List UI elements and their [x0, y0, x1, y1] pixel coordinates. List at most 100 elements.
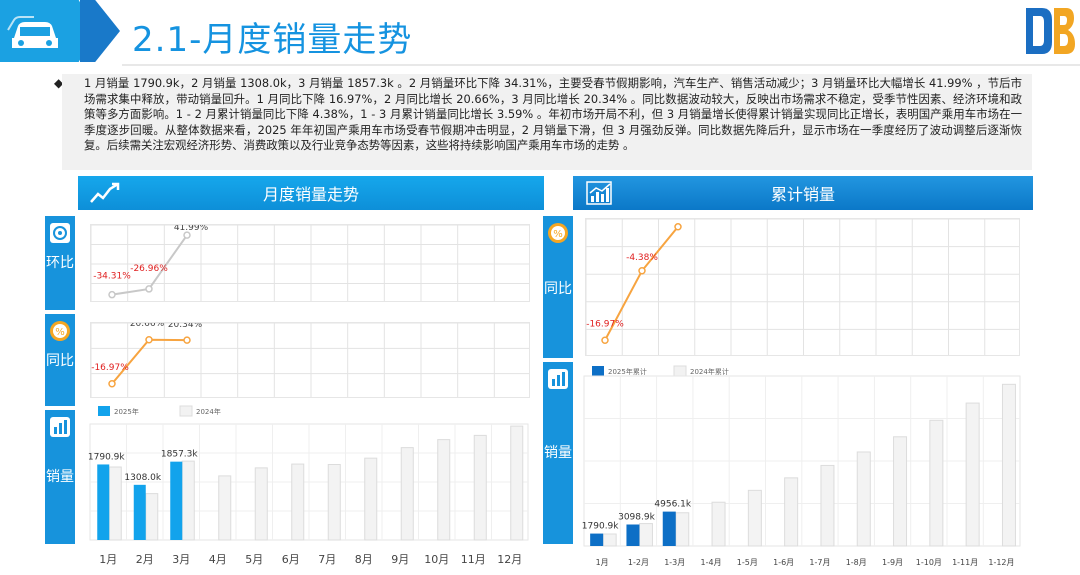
data-label: -4.38% [626, 253, 658, 263]
bar-2024 [181, 460, 195, 541]
data-label: 20.34% [168, 322, 203, 330]
bar-2024 [747, 489, 762, 547]
svg-text:%: % [553, 229, 563, 240]
x-tick-label: 1月 [596, 558, 609, 567]
tab-cum-sales-label: 销量 [544, 445, 572, 461]
summary-box: 1 月销量 1790.9k，2 月销量 1308.0k，3 月销量 1857.3… [62, 74, 1032, 170]
x-tick-label: 1-7月 [809, 558, 830, 567]
header-divider [122, 64, 1080, 66]
data-label: 41.99% [174, 224, 209, 233]
left-panel-header: 月度销量走势 [78, 176, 544, 210]
data-point [674, 223, 682, 231]
bar-value-label: 1790.9k [582, 522, 619, 532]
bar-2024 [638, 523, 653, 547]
target-icon [50, 223, 70, 243]
bar-2024 [856, 451, 871, 547]
tab-cum-yoy: % 同比 [543, 216, 573, 358]
car-icon [7, 16, 58, 48]
data-point [145, 336, 153, 344]
bar-2024 [510, 425, 524, 541]
bar-2024 [820, 464, 835, 547]
bar-2025 [590, 533, 604, 546]
x-tick-label: 6月 [282, 553, 300, 566]
bar-2024 [254, 467, 268, 541]
header-stripe [80, 0, 120, 62]
legend-label: 2025年 [114, 407, 139, 416]
bar-2024 [929, 419, 944, 547]
bar-2024 [364, 457, 378, 541]
data-label: 3.59% [664, 218, 693, 222]
x-tick-label: 8月 [355, 553, 373, 566]
bar-2024 [145, 493, 159, 541]
right-panel-title: 累计销量 [770, 185, 835, 204]
bar-trend-icon [586, 181, 612, 205]
legend-swatch [98, 406, 110, 416]
x-tick-label: 1-11月 [952, 558, 978, 567]
bar-2024 [1001, 383, 1016, 547]
bar-2024 [291, 463, 305, 541]
page-title: 2.1-月度销量走势 [132, 20, 413, 60]
bar-2025 [97, 464, 110, 540]
x-tick-label: 12月 [497, 553, 522, 566]
legend-swatch [673, 365, 687, 377]
x-tick-label: 5月 [245, 553, 263, 566]
svg-text:%: % [55, 327, 65, 338]
bar-2024 [473, 434, 487, 541]
x-tick-label: 1-8月 [846, 558, 867, 567]
x-tick-label: 1-9月 [882, 558, 903, 567]
bar-value-label: 1790.9k [88, 452, 125, 462]
legend-label: 2025年累计 [608, 367, 647, 376]
data-label: -34.31% [93, 272, 131, 282]
bar-2025 [170, 461, 183, 540]
data-label: -26.96% [130, 264, 168, 274]
bar-2024 [437, 439, 451, 541]
legend-label: 2024年 [196, 407, 221, 416]
bar-2024 [711, 501, 726, 547]
bar-chart-icon [50, 417, 70, 437]
bar-2024 [327, 463, 341, 541]
data-label: -16.97% [586, 319, 624, 329]
monthly-sales-chart: 2025年 2024年 1790.9k 1月 1308.0k 2月 1857.3k 3月 4月 5… [88, 405, 529, 566]
tab-sales: 销量 [45, 410, 75, 544]
percent-icon: % [50, 321, 70, 341]
tab-cum-sales: 销量 [543, 362, 573, 544]
bar-chart-icon [548, 369, 568, 389]
legend-swatch [592, 366, 604, 376]
x-tick-label: 1-12月 [988, 558, 1014, 567]
bar-value-label: 1308.0k [124, 473, 161, 483]
x-tick-label: 9月 [391, 553, 409, 566]
bar-2024 [400, 447, 414, 541]
x-tick-label: 1-2月 [628, 558, 649, 567]
bar-2024 [784, 477, 799, 547]
data-label: 20.66% [130, 322, 165, 329]
right-panel-header: 累计销量 [573, 176, 1033, 210]
x-tick-label: 1-6月 [773, 558, 794, 567]
legend-swatch [179, 405, 193, 417]
data-point [638, 267, 646, 275]
tab-yoy: % 同比 [45, 314, 75, 406]
bar-2025 [662, 511, 676, 546]
x-tick-label: 1-5月 [737, 558, 758, 567]
x-tick-label: 2月 [136, 553, 154, 566]
trend-line-icon [90, 182, 120, 203]
bar-2024 [675, 512, 690, 547]
x-tick-label: 4月 [209, 553, 227, 566]
mom-chart: -34.31%-26.96% 41.99% [90, 224, 530, 302]
data-label: -16.97% [91, 363, 129, 373]
bar-2024 [965, 402, 980, 547]
bar-2024 [602, 533, 617, 547]
x-tick-label: 1-3月 [664, 558, 685, 567]
x-tick-label: 11月 [461, 553, 486, 566]
percent-icon: % [548, 223, 568, 243]
summary-text: 1 月销量 1790.9k，2 月销量 1308.0k，3 月销量 1857.3… [84, 76, 1022, 153]
yoy-chart: -16.97% 20.66% 20.34% [90, 322, 530, 398]
x-tick-label: 7月 [318, 553, 336, 566]
bar-value-label: 1857.3k [161, 450, 198, 460]
x-tick-label: 1月 [99, 553, 117, 566]
legend-label: 2024年累计 [690, 367, 729, 376]
bar-value-label: 3098.9k [618, 512, 655, 522]
data-point [108, 290, 116, 299]
cumulative-sales-chart: 2025年累计 2024年累计 1790.9k 1月 3098.9k 1-2月 4956.1… [582, 365, 1021, 567]
tab-yoy-label: 同比 [46, 353, 74, 369]
cumulative-yoy-chart: -16.97% -4.38% 3.59% [585, 218, 1020, 356]
